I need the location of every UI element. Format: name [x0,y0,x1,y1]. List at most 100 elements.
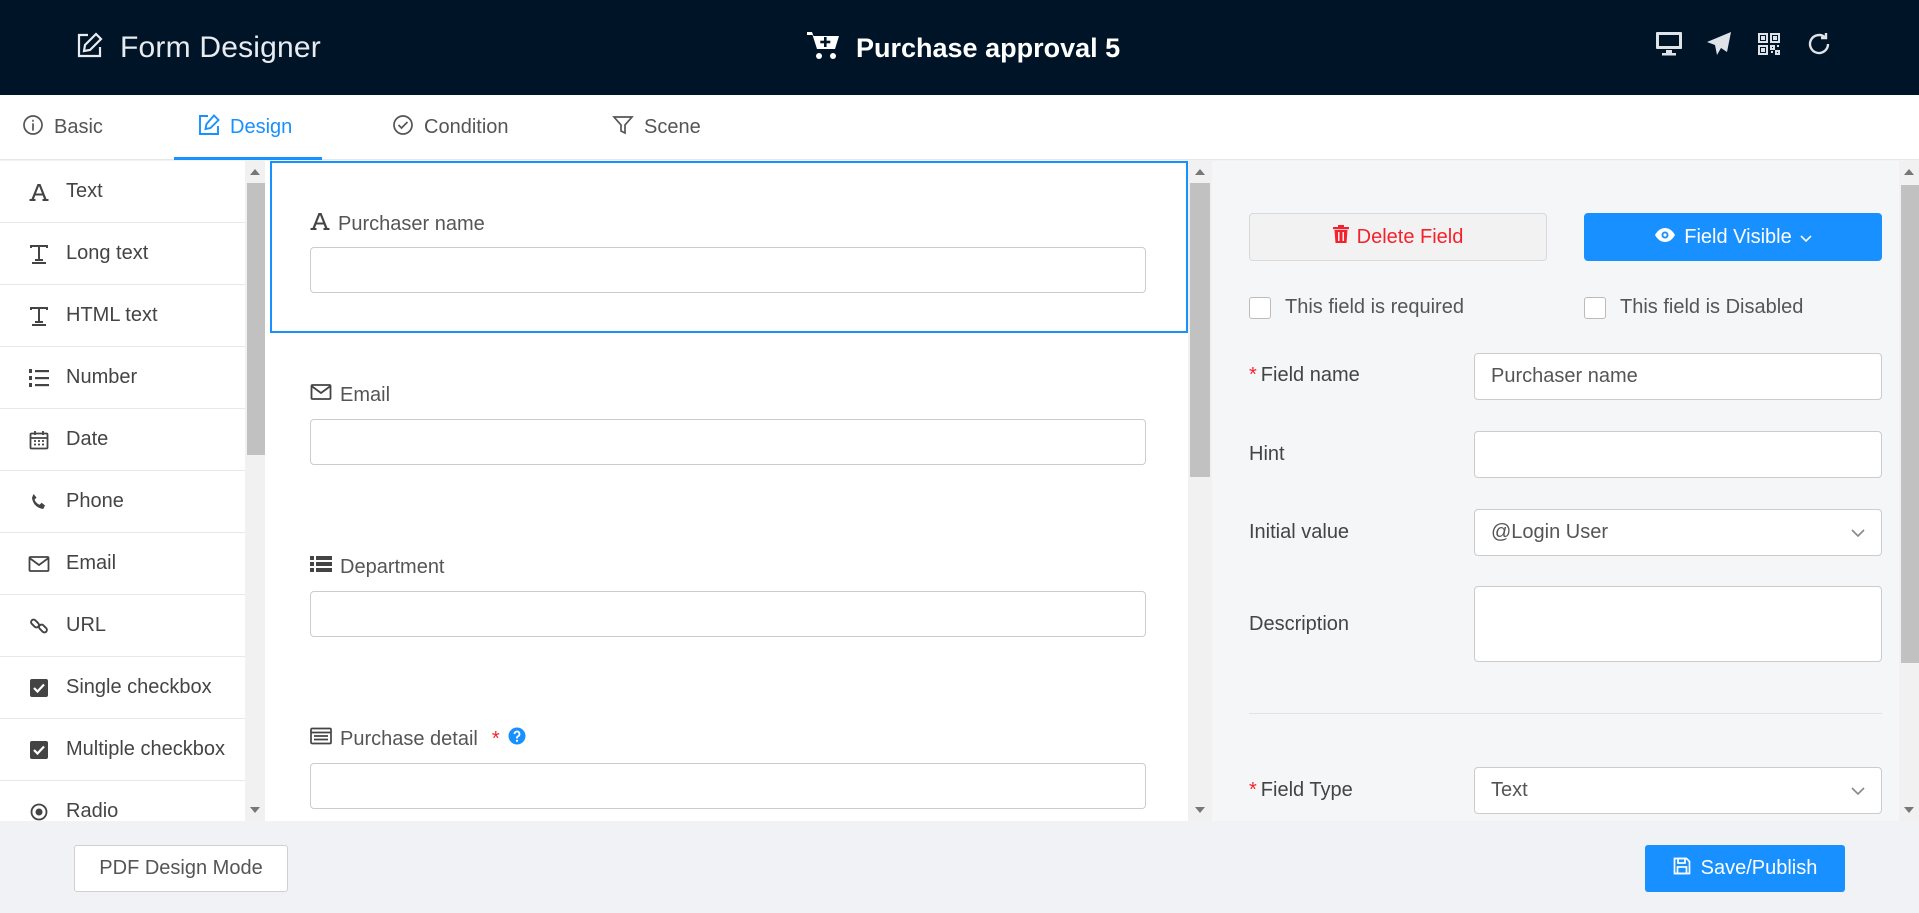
delete-field-button[interactable]: Delete Field [1249,213,1547,261]
page-title: Purchase approval 5 [856,32,1121,63]
header-toolbar [1655,30,1833,58]
palette-item-phone[interactable]: Phone [0,471,245,533]
field-label-text: Department [340,555,445,578]
palette-label: Number [66,366,138,388]
field-properties-panel: Delete Field Field Visible This field is… [1212,161,1919,821]
palette-item-html-text[interactable]: HTML text [0,285,245,347]
palette-label: Long text [66,242,149,264]
canvas-scrollbar[interactable] [1188,161,1212,821]
purchase-detail-input[interactable] [310,763,1146,809]
palette-scrollbar[interactable] [245,161,265,821]
trash-icon [1332,225,1349,249]
brand: Form Designer [74,28,321,68]
palette-label: Date [66,428,109,450]
palette-item-multiple-checkbox[interactable]: Multiple checkbox [0,719,245,781]
palette-label: Phone [66,490,124,512]
form-canvas: Purchaser name Email Department Purchase… [268,161,1212,821]
required-mark: * [1249,779,1257,801]
tab-label: Basic [54,116,103,138]
field-label: Purchaser name [310,211,485,237]
mail-icon [310,383,332,407]
scroll-up-icon[interactable] [1899,165,1919,179]
active-tab-indicator [174,157,322,160]
scrollbar-thumb[interactable] [1901,185,1919,663]
department-input[interactable] [310,591,1146,637]
disabled-checkbox-label: This field is Disabled [1620,296,1804,318]
palette-item-long-text[interactable]: Long text [0,223,245,285]
field-type-select[interactable]: Text [1474,767,1882,814]
palette-label: HTML text [66,304,158,326]
ordered-list-icon [28,367,50,389]
palette-item-email[interactable]: Email [0,533,245,595]
tab-label: Design [230,116,293,138]
palette-item-url[interactable]: URL [0,595,245,657]
scroll-up-icon[interactable] [1188,165,1212,179]
scroll-down-icon[interactable] [1899,803,1919,817]
field-type-label: * Field Type [1249,779,1353,802]
palette-item-radio[interactable]: Radio [0,781,245,821]
required-checkbox[interactable]: This field is required [1249,296,1464,319]
scrollbar-thumb[interactable] [1190,183,1210,477]
text-icon [28,243,50,265]
palette-item-text[interactable]: Text [0,161,245,223]
palette-item-date[interactable]: Date [0,409,245,471]
chevron-down-icon [1851,521,1865,544]
field-visible-label: Field Visible [1684,225,1792,248]
tab-scene[interactable]: Scene [612,95,701,160]
qrcode-icon[interactable] [1755,30,1783,58]
field-visible-dropdown[interactable]: Field Visible [1584,213,1882,261]
field-label: Email [310,383,390,407]
edit-icon [198,113,220,142]
checkbox-box[interactable] [1249,296,1271,319]
initial-value-select[interactable]: @Login User [1474,509,1882,556]
form-field-purchaser-name[interactable]: Purchaser name [270,161,1188,333]
checkbox-box[interactable] [1584,296,1606,319]
check-circle-icon [392,114,414,142]
question-circle-icon[interactable] [508,727,526,751]
top-bar: Form Designer Purchase approval 5 [0,0,1919,95]
tab-label: Scene [644,116,701,138]
footer-bar: PDF Design Mode Save/Publish [0,821,1919,913]
save-publish-button[interactable]: Save/Publish [1645,845,1845,892]
reload-icon[interactable] [1805,30,1833,58]
required-mark: * [1249,364,1257,386]
description-textarea[interactable] [1474,586,1882,662]
font-icon [310,211,330,237]
palette-item-number[interactable]: Number [0,347,245,409]
text-icon [28,305,50,327]
designer-tabs: Basic Design Condition Scene [0,95,1919,160]
tab-design[interactable]: Design [198,95,292,160]
scroll-up-icon[interactable] [245,165,265,179]
scroll-down-icon[interactable] [1188,803,1212,817]
palette-item-single-checkbox[interactable]: Single checkbox [0,657,245,719]
desktop-icon[interactable] [1655,30,1683,58]
form-field-department[interactable]: Department [270,505,1188,677]
scrollbar-thumb[interactable] [247,183,265,455]
tab-label: Condition [424,116,509,138]
disabled-checkbox[interactable]: This field is Disabled [1584,296,1803,319]
chevron-down-icon [1800,226,1812,249]
properties-scrollbar[interactable] [1899,161,1919,821]
table-icon [310,727,332,751]
field-name-input[interactable]: Purchaser name [1474,353,1882,400]
form-field-email[interactable]: Email [270,333,1188,505]
mail-icon [28,553,50,575]
email-input[interactable] [310,419,1146,465]
section-divider [1249,713,1882,714]
scroll-down-icon[interactable] [245,803,265,817]
save-publish-label: Save/Publish [1700,857,1818,879]
purchaser-name-input[interactable] [310,247,1146,293]
field-label-text: Purchase detail [340,727,478,750]
palette-label: Multiple checkbox [66,738,225,760]
palette-label: Radio [66,800,119,821]
tab-condition[interactable]: Condition [392,95,509,160]
form-field-purchase-detail[interactable]: Purchase detail * [270,677,1188,821]
field-label: Purchase detail * [310,727,526,751]
field-type-selected: Text [1491,779,1528,801]
pdf-design-mode-button[interactable]: PDF Design Mode [74,845,288,892]
send-icon[interactable] [1705,30,1733,58]
calendar-icon [28,429,50,451]
hint-input[interactable] [1474,431,1882,478]
tab-basic[interactable]: Basic [22,95,103,160]
cart-plus-icon [806,30,842,67]
